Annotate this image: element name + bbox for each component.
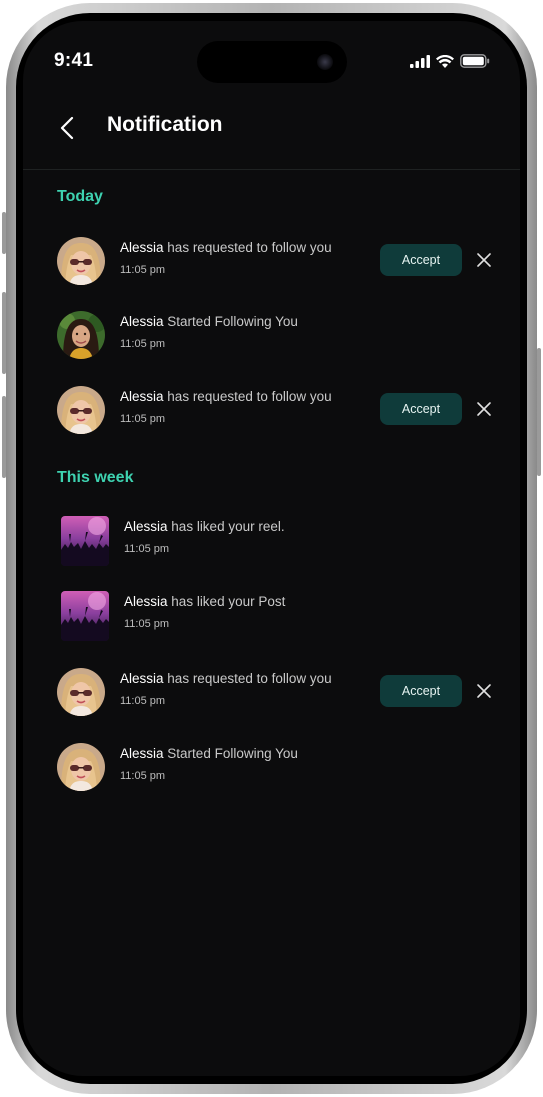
screen: 9:41 Notification Today Alessia has requ… <box>23 21 520 1076</box>
user-name[interactable]: Alessia <box>120 671 164 686</box>
avatar[interactable] <box>57 743 105 791</box>
notification-time: 11:05 pm <box>124 543 170 555</box>
accept-button[interactable]: Accept <box>380 393 462 425</box>
notification-item[interactable]: Alessia Started Following You 11:05 pm <box>57 743 497 795</box>
header: Notification <box>23 101 520 170</box>
notification-text: Started Following You <box>167 746 298 761</box>
notification-text: Started Following You <box>167 314 298 329</box>
notification-text: has liked your reel. <box>171 519 285 534</box>
user-name[interactable]: Alessia <box>124 519 168 534</box>
dynamic-island <box>197 41 347 83</box>
camera-icon <box>317 54 333 70</box>
avatar[interactable] <box>57 311 105 359</box>
notification-item[interactable]: Alessia has liked your Post 11:05 pm <box>57 591 497 643</box>
signal-icon <box>410 54 430 68</box>
status-icons <box>410 54 490 68</box>
section-title-today: Today <box>57 188 103 205</box>
user-name[interactable]: Alessia <box>120 240 164 255</box>
user-name[interactable]: Alessia <box>120 389 164 404</box>
post-thumbnail[interactable] <box>61 591 109 641</box>
user-name[interactable]: Alessia <box>124 594 168 609</box>
notification-text: has requested to follow you <box>167 389 332 404</box>
notification-item[interactable]: Alessia has liked your reel. 11:05 pm <box>57 516 497 568</box>
close-icon <box>477 402 491 416</box>
page-title: Notification <box>107 113 223 136</box>
action-button <box>2 212 6 254</box>
back-button[interactable] <box>53 113 83 143</box>
notification-text: has requested to follow you <box>167 671 332 686</box>
reel-thumbnail[interactable] <box>61 516 109 566</box>
dismiss-button[interactable] <box>475 400 493 418</box>
notification-time: 11:05 pm <box>120 695 166 707</box>
user-name[interactable]: Alessia <box>120 746 164 761</box>
close-icon <box>477 684 491 698</box>
notification-item[interactable]: Alessia has requested to follow you 11:0… <box>57 237 497 289</box>
accept-button[interactable]: Accept <box>380 244 462 276</box>
accept-button[interactable]: Accept <box>380 675 462 707</box>
volume-down-button <box>2 396 6 478</box>
notification-text: has requested to follow you <box>167 240 332 255</box>
back-chevron-icon <box>60 116 74 140</box>
wifi-icon <box>436 54 454 68</box>
avatar[interactable] <box>57 668 105 716</box>
volume-up-button <box>2 292 6 374</box>
avatar[interactable] <box>57 386 105 434</box>
notification-item[interactable]: Alessia has requested to follow you 11:0… <box>57 386 497 438</box>
section-title-this-week: This week <box>57 469 134 486</box>
notification-time: 11:05 pm <box>124 618 170 630</box>
notification-time: 11:05 pm <box>120 338 166 350</box>
status-time: 9:41 <box>54 50 94 71</box>
battery-icon <box>460 54 490 68</box>
close-icon <box>477 253 491 267</box>
dismiss-button[interactable] <box>475 682 493 700</box>
power-button <box>537 348 541 476</box>
notification-text: has liked your Post <box>171 594 286 609</box>
notification-time: 11:05 pm <box>120 413 166 425</box>
notification-item[interactable]: Alessia has requested to follow you 11:0… <box>57 668 497 720</box>
notification-time: 11:05 pm <box>120 770 166 782</box>
avatar[interactable] <box>57 237 105 285</box>
user-name[interactable]: Alessia <box>120 314 164 329</box>
dismiss-button[interactable] <box>475 251 493 269</box>
notification-item[interactable]: Alessia Started Following You 11:05 pm <box>57 311 497 363</box>
notification-time: 11:05 pm <box>120 264 166 276</box>
